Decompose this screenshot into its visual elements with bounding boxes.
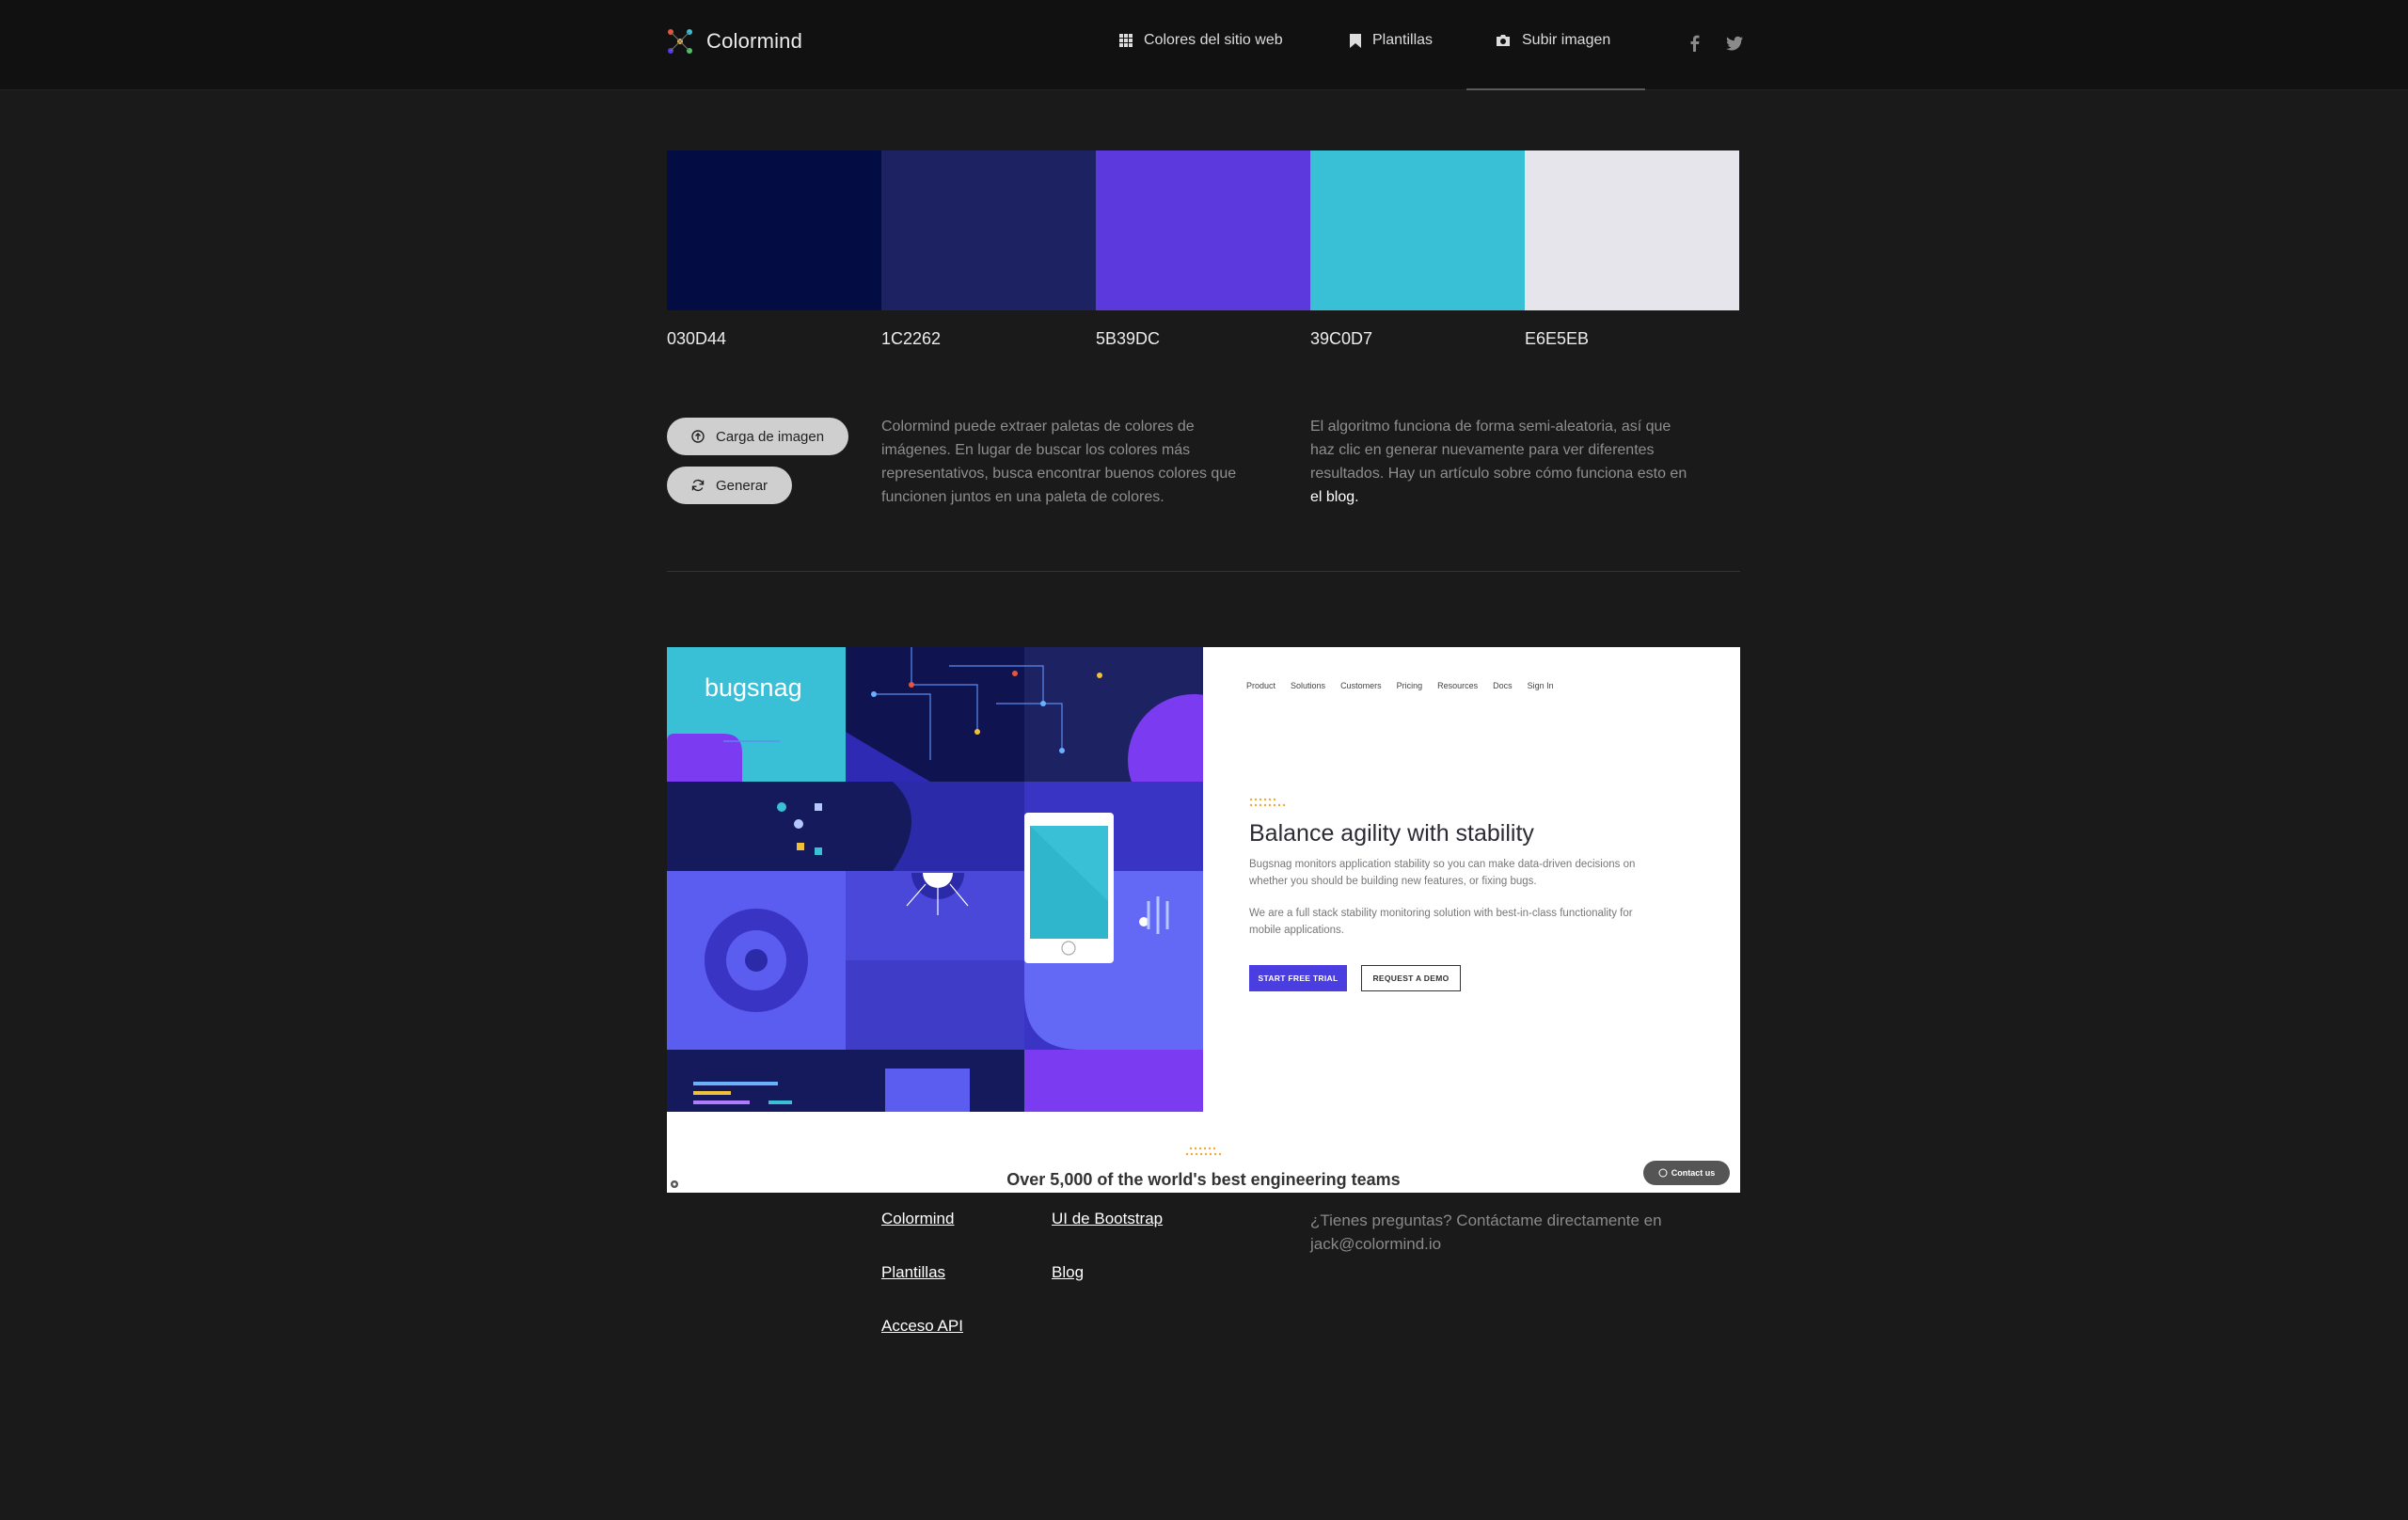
bugsnag-logo: bugsnag [705, 673, 802, 702]
refresh-icon [691, 479, 705, 492]
nav-templates[interactable]: Plantillas [1350, 32, 1433, 49]
footer-link-templates[interactable]: Plantillas [881, 1263, 945, 1282]
camera-icon [1497, 35, 1510, 46]
nav-active-indicator [1466, 88, 1645, 90]
footer-link-blog[interactable]: Blog [1052, 1263, 1084, 1282]
footer-link-colormind[interactable]: Colormind [881, 1210, 954, 1228]
gear-icon [671, 1180, 678, 1188]
generate-button-label: Generar [716, 477, 768, 494]
nav-upload-image-label: Subir imagen [1522, 32, 1611, 48]
facebook-icon[interactable] [1686, 34, 1704, 53]
preview-nav-item: Docs [1493, 681, 1513, 690]
footer-contact-text: ¿Tienes preguntas? Contáctame directamen… [1310, 1211, 1662, 1253]
color-swatch[interactable] [881, 150, 1096, 310]
color-hex-code[interactable]: 1C2262 [881, 329, 941, 349]
color-swatch[interactable] [1525, 150, 1739, 310]
footer-link-bootstrap-ui[interactable]: UI de Bootstrap [1052, 1210, 1163, 1228]
dotted-accent-icon [1249, 798, 1286, 807]
preview-nav-item: Solutions [1291, 681, 1326, 690]
grid-icon [1119, 34, 1133, 47]
color-hex-code[interactable]: 5B39DC [1096, 329, 1160, 349]
top-navbar: Colormind Colores del sitio web Plantill… [0, 0, 2408, 90]
upload-image-button[interactable]: Carga de imagen [667, 418, 849, 455]
nav-templates-label: Plantillas [1372, 32, 1434, 48]
twitter-icon[interactable] [1725, 34, 1744, 53]
dotted-accent-icon [1185, 1147, 1222, 1156]
source-image-preview: bugsnag Product Solutions Customers Pric… [667, 647, 1740, 1193]
preview-nav-item: Customers [1340, 681, 1382, 690]
color-hex-code[interactable]: E6E5EB [1525, 329, 1589, 349]
preview-contact-button: Contact us [1643, 1161, 1730, 1185]
brand-name: Colormind [706, 29, 803, 53]
info-text-left: Colormind puede extraer paletas de color… [881, 419, 1237, 505]
info-text-right: El algoritmo funciona de forma semi-alea… [1310, 415, 1696, 509]
preview-nav-item: Sign In [1527, 681, 1554, 690]
footer-link-api-access[interactable]: Acceso API [881, 1317, 963, 1336]
nav-upload-image[interactable]: Subir imagen [1496, 32, 1610, 49]
colormind-logo-icon [668, 29, 692, 54]
bookmark-icon [1350, 33, 1361, 48]
color-swatch[interactable] [1310, 150, 1525, 310]
preview-paragraph: We are a full stack stability monitoring… [1249, 908, 1633, 936]
preview-request-demo-button: REQUEST A DEMO [1361, 965, 1461, 991]
upload-icon [691, 430, 705, 443]
generate-button[interactable]: Generar [667, 467, 793, 504]
preview-start-trial-button: START FREE TRIAL [1249, 965, 1347, 991]
help-icon [1658, 1168, 1668, 1178]
preview-nav-item: Pricing [1396, 681, 1423, 690]
preview-teams-heading: Over 5,000 of the world's best engineeri… [1006, 1170, 1401, 1189]
color-swatch[interactable] [667, 150, 881, 310]
bugsnag-illustration [667, 647, 1203, 1112]
color-hex-code[interactable]: 030D44 [667, 329, 726, 349]
preview-nav-item: Product [1246, 681, 1276, 690]
preview-nav: Product Solutions Customers Pricing Reso… [1246, 681, 1554, 690]
brand-link[interactable]: Colormind [667, 28, 802, 55]
preview-nav-item: Resources [1437, 681, 1479, 690]
upload-image-button-label: Carga de imagen [716, 428, 825, 445]
blog-link[interactable]: el blog. [1310, 489, 1359, 505]
color-hex-code[interactable]: 39C0D7 [1310, 329, 1372, 349]
preview-headline: Balance agility with stability [1249, 820, 1534, 847]
nav-website-colors-label: Colores del sitio web [1144, 32, 1283, 48]
preview-contact-label: Contact us [1671, 1168, 1716, 1178]
section-divider [667, 571, 1740, 572]
preview-paragraph: Bugsnag monitors application stability s… [1249, 859, 1636, 887]
color-swatch[interactable] [1096, 150, 1310, 310]
nav-website-colors[interactable]: Colores del sitio web [1119, 32, 1283, 49]
info-text-right-body: El algoritmo funciona de forma semi-alea… [1310, 419, 1687, 482]
